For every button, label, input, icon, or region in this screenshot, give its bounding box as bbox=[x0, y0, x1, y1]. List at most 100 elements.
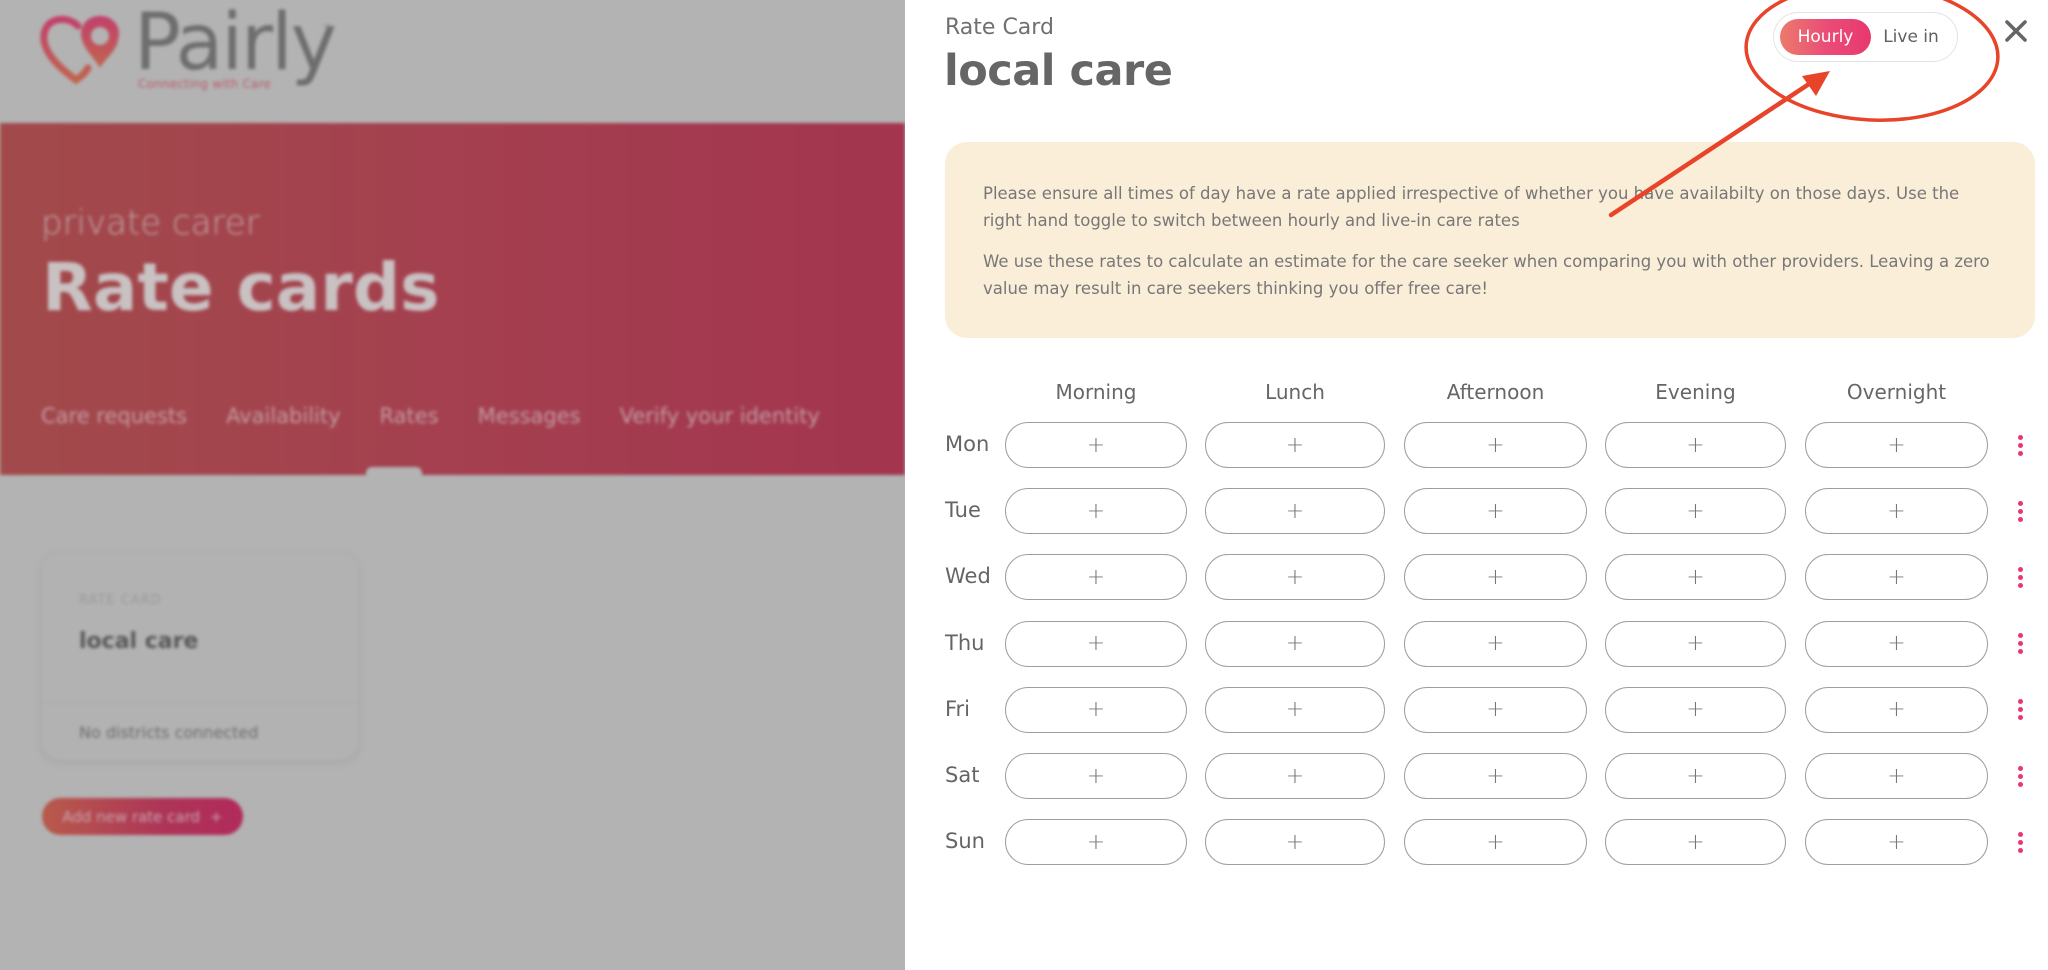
day-row-fri: Fri + + + + + bbox=[945, 686, 2045, 733]
add-rate-overnight-button[interactable]: + bbox=[1805, 819, 1988, 866]
add-rate-overnight-button[interactable]: + bbox=[1805, 488, 1988, 535]
add-rate-card-label: Add new rate card bbox=[62, 807, 201, 826]
day-label: Sat bbox=[945, 763, 980, 787]
day-label: Thu bbox=[945, 630, 985, 655]
toggle-live-in[interactable]: Live in bbox=[1871, 19, 1951, 55]
add-rate-lunch-button[interactable]: + bbox=[1205, 620, 1385, 667]
menu-dot bbox=[2017, 450, 2023, 456]
more-vertical-icon[interactable] bbox=[2010, 629, 2030, 659]
rate-card-tile[interactable]: RATE CARD local care No districts connec… bbox=[42, 553, 358, 760]
add-rate-afternoon-button[interactable]: + bbox=[1404, 620, 1587, 667]
day-row-thu: Thu + + + + + bbox=[945, 620, 2045, 667]
nav-rates[interactable]: Rates bbox=[380, 404, 439, 428]
day-row-mon: Mon + + + + + bbox=[945, 422, 2045, 468]
add-rate-lunch-button[interactable]: + bbox=[1205, 554, 1385, 601]
add-rate-morning-button[interactable]: + bbox=[1005, 819, 1187, 866]
menu-dot bbox=[2017, 781, 2023, 787]
add-rate-overnight-button[interactable]: + bbox=[1805, 686, 1988, 733]
nav-verify-identity[interactable]: Verify your identity bbox=[620, 404, 820, 428]
add-rate-evening-button[interactable]: + bbox=[1605, 819, 1786, 866]
add-rate-lunch-button[interactable]: + bbox=[1205, 488, 1385, 535]
rate-card-districts: No districts connected bbox=[79, 723, 259, 742]
add-rate-evening-button[interactable]: + bbox=[1605, 422, 1786, 468]
add-rate-evening-button[interactable]: + bbox=[1605, 753, 1786, 799]
add-rate-evening-button[interactable]: + bbox=[1605, 686, 1786, 733]
toggle-hourly[interactable]: Hourly bbox=[1780, 19, 1871, 55]
menu-dot bbox=[2017, 847, 2023, 853]
menu-dot bbox=[2017, 715, 2023, 721]
menu-dot bbox=[2017, 707, 2023, 713]
add-rate-afternoon-button[interactable]: + bbox=[1404, 554, 1587, 601]
panel-title: local care bbox=[944, 46, 1173, 96]
nav-care-requests[interactable]: Care requests bbox=[41, 404, 187, 428]
nav-active-indicator bbox=[366, 467, 422, 475]
nav-availability[interactable]: Availability bbox=[226, 404, 340, 428]
menu-dot bbox=[2017, 566, 2023, 572]
more-vertical-icon[interactable] bbox=[2010, 827, 2030, 857]
menu-dot bbox=[2017, 582, 2023, 588]
day-label: Tue bbox=[945, 498, 981, 523]
column-header-overnight: Overnight bbox=[1846, 380, 1947, 404]
rate-card-panel: Rate Card local care Hourly Live in Plea… bbox=[905, 0, 2048, 970]
add-rate-overnight-button[interactable]: + bbox=[1805, 753, 1988, 799]
close-button[interactable] bbox=[2001, 16, 2031, 46]
add-rate-lunch-button[interactable]: + bbox=[1205, 753, 1385, 799]
day-label: Wed bbox=[945, 564, 991, 589]
menu-dot bbox=[2017, 839, 2023, 845]
add-rate-morning-button[interactable]: + bbox=[1005, 753, 1187, 799]
add-rate-morning-button[interactable]: + bbox=[1005, 686, 1187, 733]
background-page: Pairly ™ Connecting with Care private ca… bbox=[0, 0, 905, 970]
add-rate-afternoon-button[interactable]: + bbox=[1404, 686, 1587, 733]
add-rate-evening-button[interactable]: + bbox=[1605, 620, 1786, 667]
more-vertical-icon[interactable] bbox=[2010, 695, 2030, 725]
more-vertical-icon[interactable] bbox=[2010, 562, 2030, 592]
add-rate-afternoon-button[interactable]: + bbox=[1404, 753, 1587, 799]
menu-dot bbox=[2017, 574, 2023, 580]
add-rate-morning-button[interactable]: + bbox=[1005, 620, 1187, 667]
add-rate-afternoon-button[interactable]: + bbox=[1404, 422, 1587, 468]
more-vertical-icon[interactable] bbox=[2010, 761, 2030, 791]
rate-type-toggle[interactable]: Hourly Live in bbox=[1773, 12, 1958, 62]
menu-dot bbox=[2017, 442, 2023, 448]
menu-dot bbox=[2017, 633, 2023, 639]
add-rate-overnight-button[interactable]: + bbox=[1805, 554, 1988, 601]
add-rate-lunch-button[interactable]: + bbox=[1205, 422, 1385, 468]
close-icon bbox=[2005, 20, 2027, 42]
plus-icon: + bbox=[210, 807, 223, 826]
brand-name: Pairly bbox=[134, 0, 337, 88]
page-title: Rate cards bbox=[42, 249, 440, 326]
day-label: Sun bbox=[945, 829, 985, 854]
add-rate-overnight-button[interactable]: + bbox=[1805, 422, 1988, 468]
menu-dot bbox=[2017, 500, 2023, 506]
more-vertical-icon[interactable] bbox=[2010, 496, 2030, 526]
info-paragraph: Please ensure all times of day have a ra… bbox=[983, 184, 1960, 230]
divider bbox=[42, 703, 358, 704]
add-rate-evening-button[interactable]: + bbox=[1605, 554, 1786, 601]
nav-messages[interactable]: Messages bbox=[478, 404, 581, 428]
menu-dot bbox=[2017, 641, 2023, 647]
day-row-sun: Sun + + + + + bbox=[945, 819, 2045, 866]
add-rate-lunch-button[interactable]: + bbox=[1205, 686, 1385, 733]
add-rate-afternoon-button[interactable]: + bbox=[1404, 488, 1587, 535]
trademark: ™ bbox=[322, 24, 331, 34]
more-vertical-icon[interactable] bbox=[2010, 430, 2030, 460]
add-rate-lunch-button[interactable]: + bbox=[1205, 819, 1385, 866]
info-paragraph: We use these rates to calculate an estim… bbox=[983, 252, 1990, 298]
hero-subtitle: private carer bbox=[41, 203, 260, 243]
add-rate-morning-button[interactable]: + bbox=[1005, 554, 1187, 601]
brand-logo[interactable]: Pairly ™ Connecting with Care bbox=[38, 0, 338, 91]
add-rate-evening-button[interactable]: + bbox=[1605, 488, 1786, 535]
menu-dot bbox=[2017, 831, 2023, 837]
day-label: Mon bbox=[945, 432, 990, 456]
rate-card-name: local care bbox=[79, 629, 199, 654]
menu-dot bbox=[2017, 699, 2023, 705]
add-rate-morning-button[interactable]: + bbox=[1005, 422, 1187, 468]
menu-dot bbox=[2017, 516, 2023, 522]
add-rate-overnight-button[interactable]: + bbox=[1805, 620, 1988, 667]
add-rate-morning-button[interactable]: + bbox=[1005, 488, 1187, 535]
add-rate-afternoon-button[interactable]: + bbox=[1404, 819, 1587, 866]
menu-dot bbox=[2017, 508, 2023, 514]
heart-pin-logo-icon bbox=[40, 15, 120, 85]
add-rate-card-button[interactable]: Add new rate card + bbox=[42, 798, 243, 835]
day-row-tue: Tue + + + + + bbox=[945, 488, 2045, 535]
